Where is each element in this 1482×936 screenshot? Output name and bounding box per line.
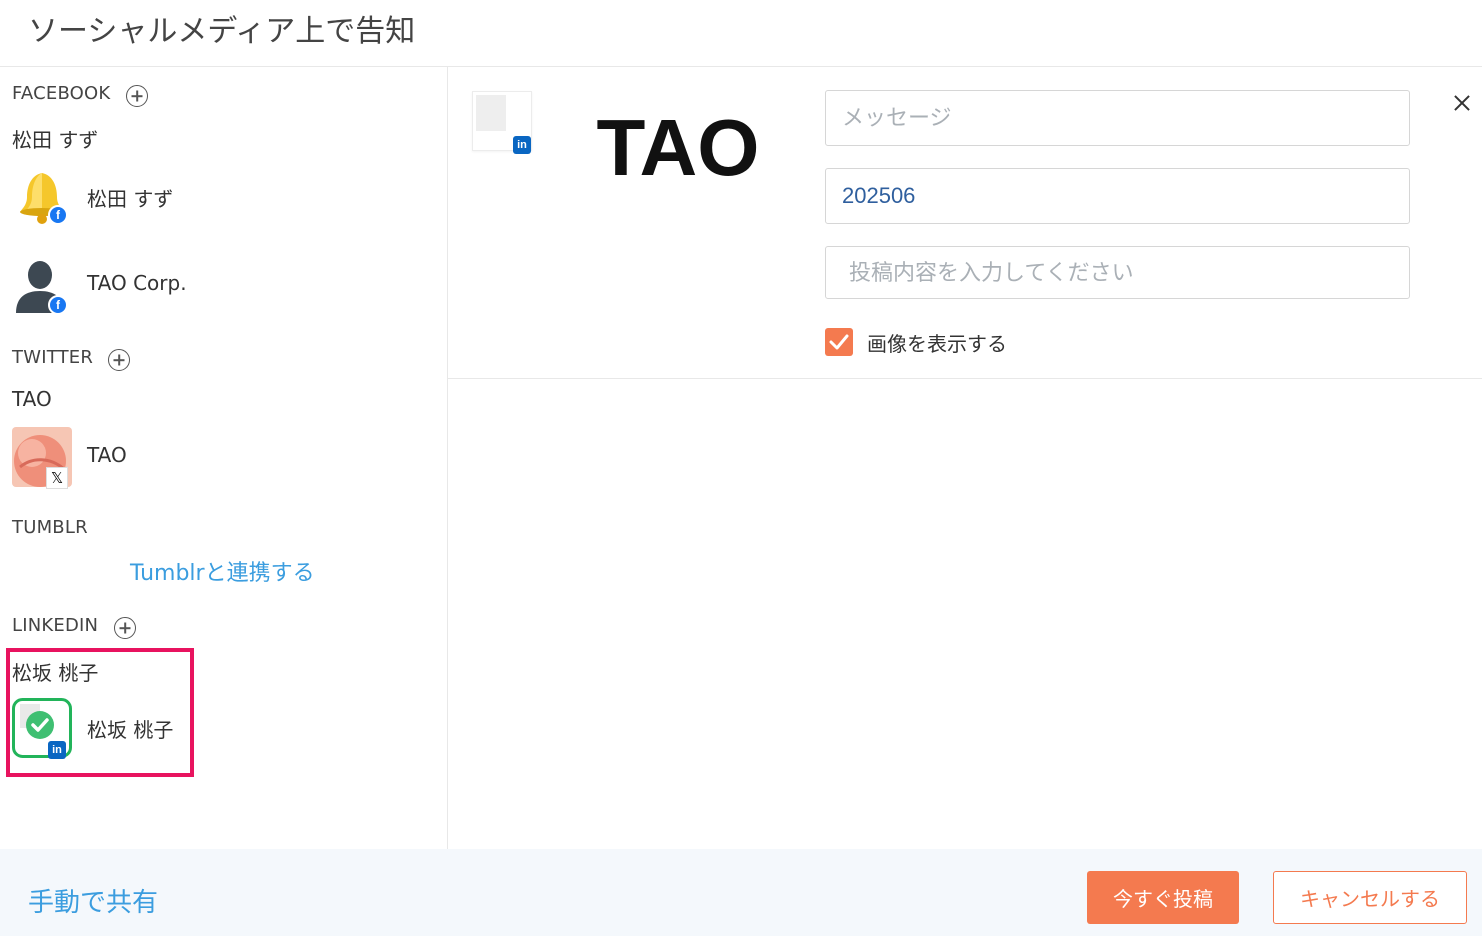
message-input[interactable] — [825, 90, 1410, 146]
page-title: ソーシャルメディア上で告知 — [28, 14, 416, 49]
show-image-checkbox[interactable] — [825, 328, 853, 356]
post-content-input[interactable] — [825, 246, 1410, 299]
account-name: TAO — [87, 443, 127, 467]
linkedin-icon: in — [513, 136, 531, 154]
section-label-tumblr: TUMBLR — [12, 517, 88, 538]
section-label-facebook: FACEBOOK — [12, 83, 111, 104]
account-name: 松坂 桃子 — [87, 718, 174, 742]
account-twitter-tao[interactable]: 𝕏 TAO — [12, 427, 432, 491]
connect-tumblr-link[interactable]: Tumblrと連携する — [130, 555, 315, 587]
post-now-button[interactable]: 今すぐ投稿 — [1087, 871, 1239, 924]
tao-logo-text: TAO — [597, 105, 760, 189]
post-editor-panel: in TAO 画像を表示する — [448, 67, 1482, 379]
preview-thumbnail: in — [472, 91, 532, 154]
add-twitter-icon[interactable] — [108, 349, 130, 371]
group-name-facebook: 松田 すず — [12, 128, 99, 152]
cancel-button[interactable]: キャンセルする — [1273, 871, 1467, 924]
group-name-twitter: TAO — [12, 387, 52, 411]
group-name-linkedin: 松坂 桃子 — [12, 661, 99, 685]
tao-logo: TAO — [597, 105, 760, 189]
show-image-label: 画像を表示する — [867, 332, 1007, 356]
facebook-icon: f — [48, 205, 68, 225]
title-input[interactable] — [825, 168, 1410, 224]
linkedin-icon: in — [48, 741, 66, 759]
footer-bar: 手動で共有 今すぐ投稿 キャンセルする — [0, 849, 1482, 936]
facebook-icon: f — [48, 295, 68, 315]
manual-share-link[interactable]: 手動で共有 — [28, 882, 158, 919]
account-facebook-matsuda[interactable]: f 松田 すず — [12, 167, 432, 231]
account-facebook-tao-corp[interactable]: f TAO Corp. — [12, 255, 432, 319]
account-name: TAO Corp. — [87, 271, 187, 295]
account-name: 松田 すず — [87, 187, 174, 211]
section-label-linkedin: LINKEDIN — [12, 615, 99, 636]
x-icon: 𝕏 — [46, 467, 68, 489]
add-linkedin-icon[interactable] — [114, 617, 136, 639]
account-sidebar: FACEBOOK 松田 すず f 松田 すず f TAO Corp. TWITT… — [0, 67, 448, 849]
close-icon[interactable] — [1450, 91, 1474, 115]
section-label-twitter: TWITTER — [12, 347, 94, 368]
check-icon — [829, 334, 849, 350]
account-linkedin-matsuzaka[interactable]: in 松坂 桃子 — [12, 698, 432, 762]
add-facebook-icon[interactable] — [126, 85, 148, 107]
thumbnail-image — [476, 95, 506, 131]
